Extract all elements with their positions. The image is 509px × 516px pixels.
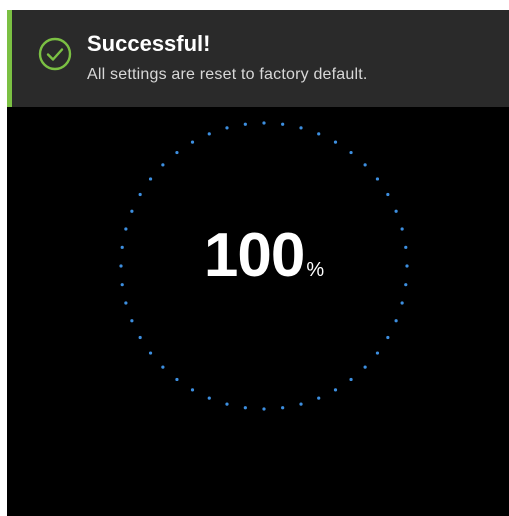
success-toast: Successful! All settings are reset to fa…: [7, 10, 509, 107]
progress-dot: [190, 140, 195, 144]
progress-dot: [394, 319, 398, 323]
toast-message: All settings are reset to factory defaul…: [87, 66, 368, 83]
progress-dot: [262, 407, 266, 411]
check-circle-icon: [38, 37, 72, 71]
progress-dot: [333, 388, 338, 392]
progress-dot: [130, 209, 134, 213]
progress-dot: [207, 132, 211, 136]
progress-dot: [262, 121, 266, 125]
progress-dot: [207, 396, 211, 400]
progress-dot: [190, 388, 195, 392]
progress-unit: %: [306, 259, 325, 281]
device-screen: Successful! All settings are reset to fa…: [7, 10, 509, 516]
progress-dot: [317, 132, 321, 136]
progress-dot: [243, 406, 247, 410]
progress-readout: 100%: [110, 220, 418, 291]
progress-dot: [243, 122, 247, 126]
progress-dot: [148, 351, 153, 355]
progress-dot: [138, 335, 142, 340]
progress-dot: [386, 192, 390, 197]
progress-dot: [375, 351, 380, 355]
progress-dot: [161, 365, 165, 369]
progress-dot: [363, 163, 367, 167]
progress-dot: [124, 301, 128, 305]
progress-dot: [349, 150, 353, 155]
progress-dot: [161, 163, 165, 167]
top-strip: [0, 0, 509, 10]
progress-dot: [299, 402, 303, 406]
progress-dot: [299, 126, 303, 130]
progress-dot: [349, 377, 353, 382]
progress-dot: [130, 319, 134, 323]
progress-dot: [386, 335, 390, 340]
progress-dot: [225, 402, 229, 406]
progress-dot: [363, 365, 367, 369]
progress-dot: [333, 140, 338, 144]
progress-dot: [375, 177, 380, 181]
progress-dot: [281, 406, 285, 410]
progress-dot: [175, 377, 179, 382]
progress-dot: [317, 396, 321, 400]
progress-dot: [225, 126, 229, 130]
progress-dot: [175, 150, 179, 155]
progress-dot: [400, 301, 404, 305]
toast-title: Successful!: [87, 31, 211, 56]
progress-value: 100: [203, 221, 305, 290]
progress-dot: [138, 192, 142, 197]
progress-dot: [281, 122, 285, 126]
progress-dot: [394, 209, 398, 213]
progress-dot: [148, 177, 153, 181]
